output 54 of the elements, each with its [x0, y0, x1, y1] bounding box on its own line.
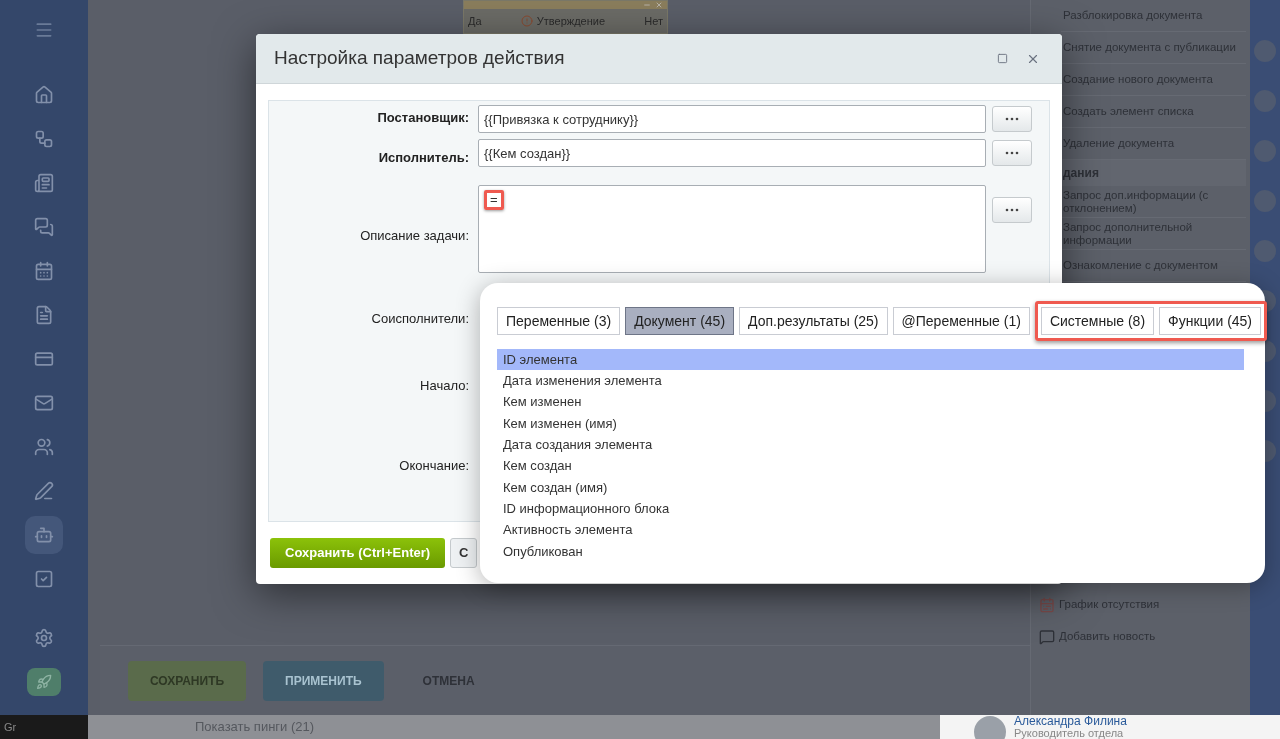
- variable-tab[interactable]: Системные (8): [1040, 307, 1155, 335]
- variable-item[interactable]: Кем изменен (имя): [497, 412, 1244, 435]
- variable-item[interactable]: Дата изменения элемента: [497, 370, 1244, 392]
- field-label: Окончание:: [398, 457, 469, 476]
- user-name[interactable]: Александра Филина: [1014, 715, 1127, 727]
- text-area[interactable]: {{Привязка к сотруднику}}: [478, 105, 986, 133]
- variable-tab[interactable]: Доп.результаты (25): [739, 307, 888, 335]
- close-icon[interactable]: [655, 1, 663, 9]
- variable-item[interactable]: Кем создан: [497, 455, 1244, 477]
- more-button[interactable]: [992, 140, 1032, 166]
- variable-tab[interactable]: Функции (45): [1159, 307, 1262, 335]
- menu-icon[interactable]: [34, 20, 54, 40]
- variable-tab[interactable]: @Переменные (1): [892, 307, 1030, 335]
- no-label: Нет: [644, 15, 663, 27]
- corner-label: Gr: [4, 719, 17, 735]
- text-area[interactable]: =: [478, 185, 986, 273]
- dialog-button[interactable]: С: [450, 538, 478, 568]
- calendar-icon: [1039, 597, 1055, 613]
- variable-item[interactable]: ID информационного блока: [497, 498, 1244, 520]
- user-role: Руководитель отдела: [1014, 727, 1125, 739]
- field-label: Описание задачи:: [359, 227, 469, 246]
- warning-icon: [520, 15, 533, 27]
- variable-tab[interactable]: Документ (45): [625, 307, 735, 335]
- avatar-icon: [974, 716, 1006, 739]
- variable-item[interactable]: Опубликован: [497, 540, 1244, 562]
- maximize-icon[interactable]: [997, 53, 1008, 64]
- bottom-button[interactable]: ПРИМЕНИТЬ: [263, 660, 384, 701]
- text-area[interactable]: {{Кем создан}}: [478, 139, 986, 167]
- field-value: {{Кем создан}}: [484, 146, 571, 161]
- variable-item[interactable]: Кем создан (имя): [497, 476, 1244, 499]
- window-title: Утверждение: [536, 15, 606, 27]
- variable-item[interactable]: ID элемента: [497, 349, 1244, 371]
- robot-icon[interactable]: [25, 516, 63, 554]
- speech-bubble-icon: [1039, 629, 1055, 645]
- more-button[interactable]: [992, 106, 1032, 132]
- dialog-title: Настройка параметров действия: [274, 46, 566, 71]
- field-label: Начало:: [419, 377, 469, 396]
- variable-item[interactable]: Активность элемента: [497, 519, 1244, 541]
- yes-label: Да: [468, 15, 482, 27]
- variable-tab[interactable]: Переменные (3): [497, 307, 621, 335]
- field-value: {{Привязка к сотруднику}}: [484, 112, 639, 127]
- settings-icon[interactable]: [34, 628, 54, 648]
- variable-item[interactable]: Кем изменен: [497, 391, 1244, 413]
- dots-icon: [1005, 117, 1019, 121]
- field-label: Соисполнители:: [370, 309, 469, 328]
- dots-icon: [1005, 208, 1019, 212]
- field-label: Постановщик:: [376, 109, 469, 128]
- highlighted-value: =: [484, 190, 504, 210]
- rocket-icon: [36, 674, 52, 690]
- field-label: Исполнитель:: [377, 149, 469, 168]
- more-button[interactable]: [992, 197, 1032, 223]
- rocket-button[interactable]: [27, 668, 61, 696]
- variable-item[interactable]: Дата создания элемента: [497, 434, 1244, 456]
- dots-icon: [1005, 151, 1019, 155]
